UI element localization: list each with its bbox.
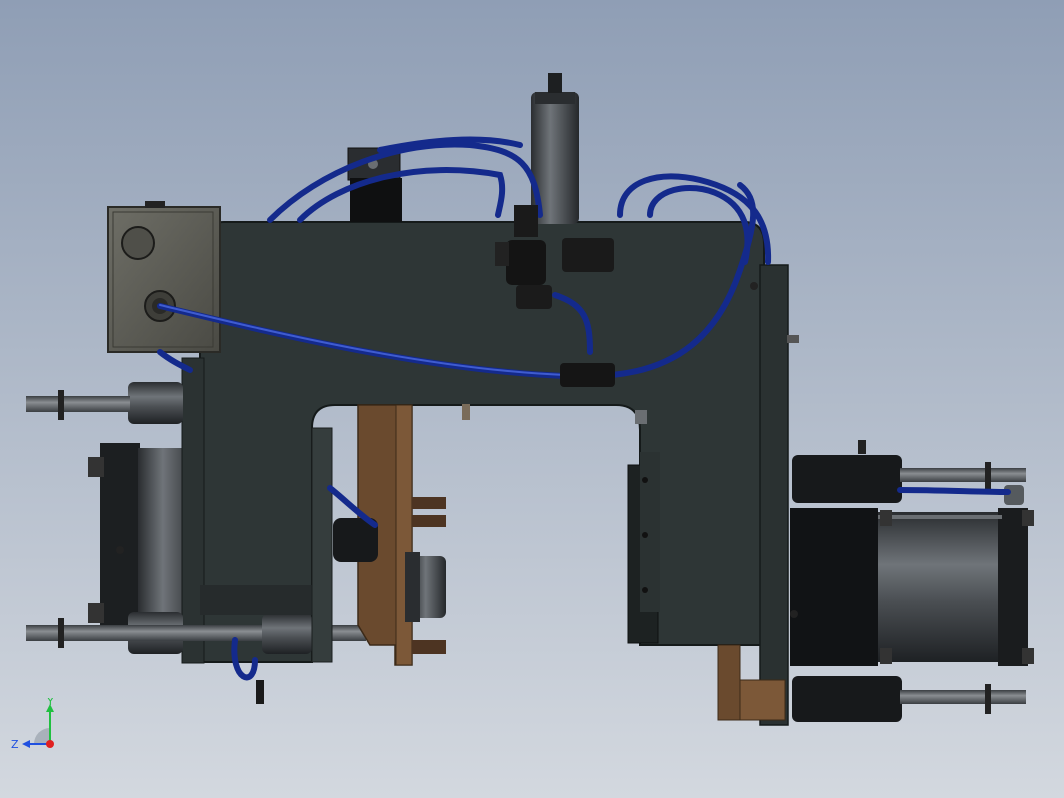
left-upper-rod-clip <box>58 390 64 420</box>
bolt-2 <box>642 477 648 483</box>
right-cylinder-body[interactable] <box>878 512 1002 662</box>
graphics-viewport[interactable]: Y Z <box>0 0 1064 798</box>
left-lower-rod-clip <box>58 618 64 648</box>
box-top-tab <box>145 201 165 208</box>
right-elbow-fitting[interactable] <box>1004 485 1024 505</box>
stud-2 <box>635 410 647 424</box>
left-cylinder-block[interactable] <box>100 443 140 633</box>
nut-right-end-bottom <box>1022 648 1034 664</box>
bronze-spring-2[interactable] <box>412 515 446 527</box>
stud-3 <box>858 440 866 454</box>
right-lower-actuator[interactable] <box>792 676 902 722</box>
bolt-5 <box>750 282 758 290</box>
top-cylinder-fitting[interactable] <box>548 73 562 93</box>
triad-x-axis-dot <box>46 740 54 748</box>
right-side-stud <box>787 335 799 343</box>
bolt-4 <box>642 587 648 593</box>
bolt-6 <box>790 610 798 618</box>
bolt-3 <box>642 532 648 538</box>
stud-1 <box>462 404 470 420</box>
box-gland-top[interactable] <box>121 226 155 260</box>
left-upper-bracket <box>181 357 205 664</box>
throat-roller-housing <box>405 552 420 622</box>
bolt-1 <box>116 546 124 554</box>
left-upper-rod[interactable] <box>26 396 130 412</box>
right-upper-actuator-rod[interactable] <box>900 468 1026 482</box>
view-orientation-triad[interactable]: Y Z <box>8 698 68 758</box>
regulator-knob[interactable] <box>562 238 614 272</box>
tee-fitting[interactable] <box>560 363 615 387</box>
bronze-bracket-right-arm[interactable] <box>739 679 786 721</box>
bronze-plate-vertical <box>395 404 413 666</box>
stud-4 <box>256 680 264 704</box>
left-lower-collar-2[interactable] <box>262 614 312 654</box>
cad-model-view[interactable] <box>0 0 1064 798</box>
top-cylinder-cap <box>535 92 575 104</box>
left-lower-base <box>200 585 312 615</box>
left-nut-bottom <box>88 603 104 623</box>
nut-right-end-top <box>1022 510 1034 526</box>
regulator-body[interactable] <box>506 240 546 285</box>
regulator-elbow[interactable] <box>516 285 552 309</box>
right-lower-actuator-rod[interactable] <box>900 690 1026 704</box>
regulator-fitting-left <box>495 242 509 266</box>
left-nut-top <box>88 457 104 477</box>
nut-right-top <box>880 510 892 526</box>
right-cylinder-endcap[interactable] <box>998 508 1028 666</box>
bronze-spring-3[interactable] <box>412 640 446 654</box>
right-cylinder-flange-left[interactable] <box>790 508 878 666</box>
control-box[interactable] <box>107 206 221 353</box>
left-upper-collar[interactable] <box>128 382 183 424</box>
triad-z-arrow <box>22 740 30 748</box>
triad-y-label: Y <box>46 698 54 708</box>
right-cylinder-tierod-top <box>878 515 1002 519</box>
bronze-spring-1[interactable] <box>412 497 446 509</box>
bronze-bracket-right[interactable] <box>717 644 741 721</box>
nut-right-bottom <box>880 648 892 664</box>
right-rod-clip-bottom <box>985 684 991 714</box>
regulator-top-fitting <box>514 205 538 237</box>
right-rod-clip-top <box>985 462 991 492</box>
triad-z-label: Z <box>11 738 19 751</box>
right-upper-actuator[interactable] <box>792 455 902 503</box>
right-side-plate[interactable] <box>759 264 789 726</box>
throat-bracket <box>311 427 333 663</box>
